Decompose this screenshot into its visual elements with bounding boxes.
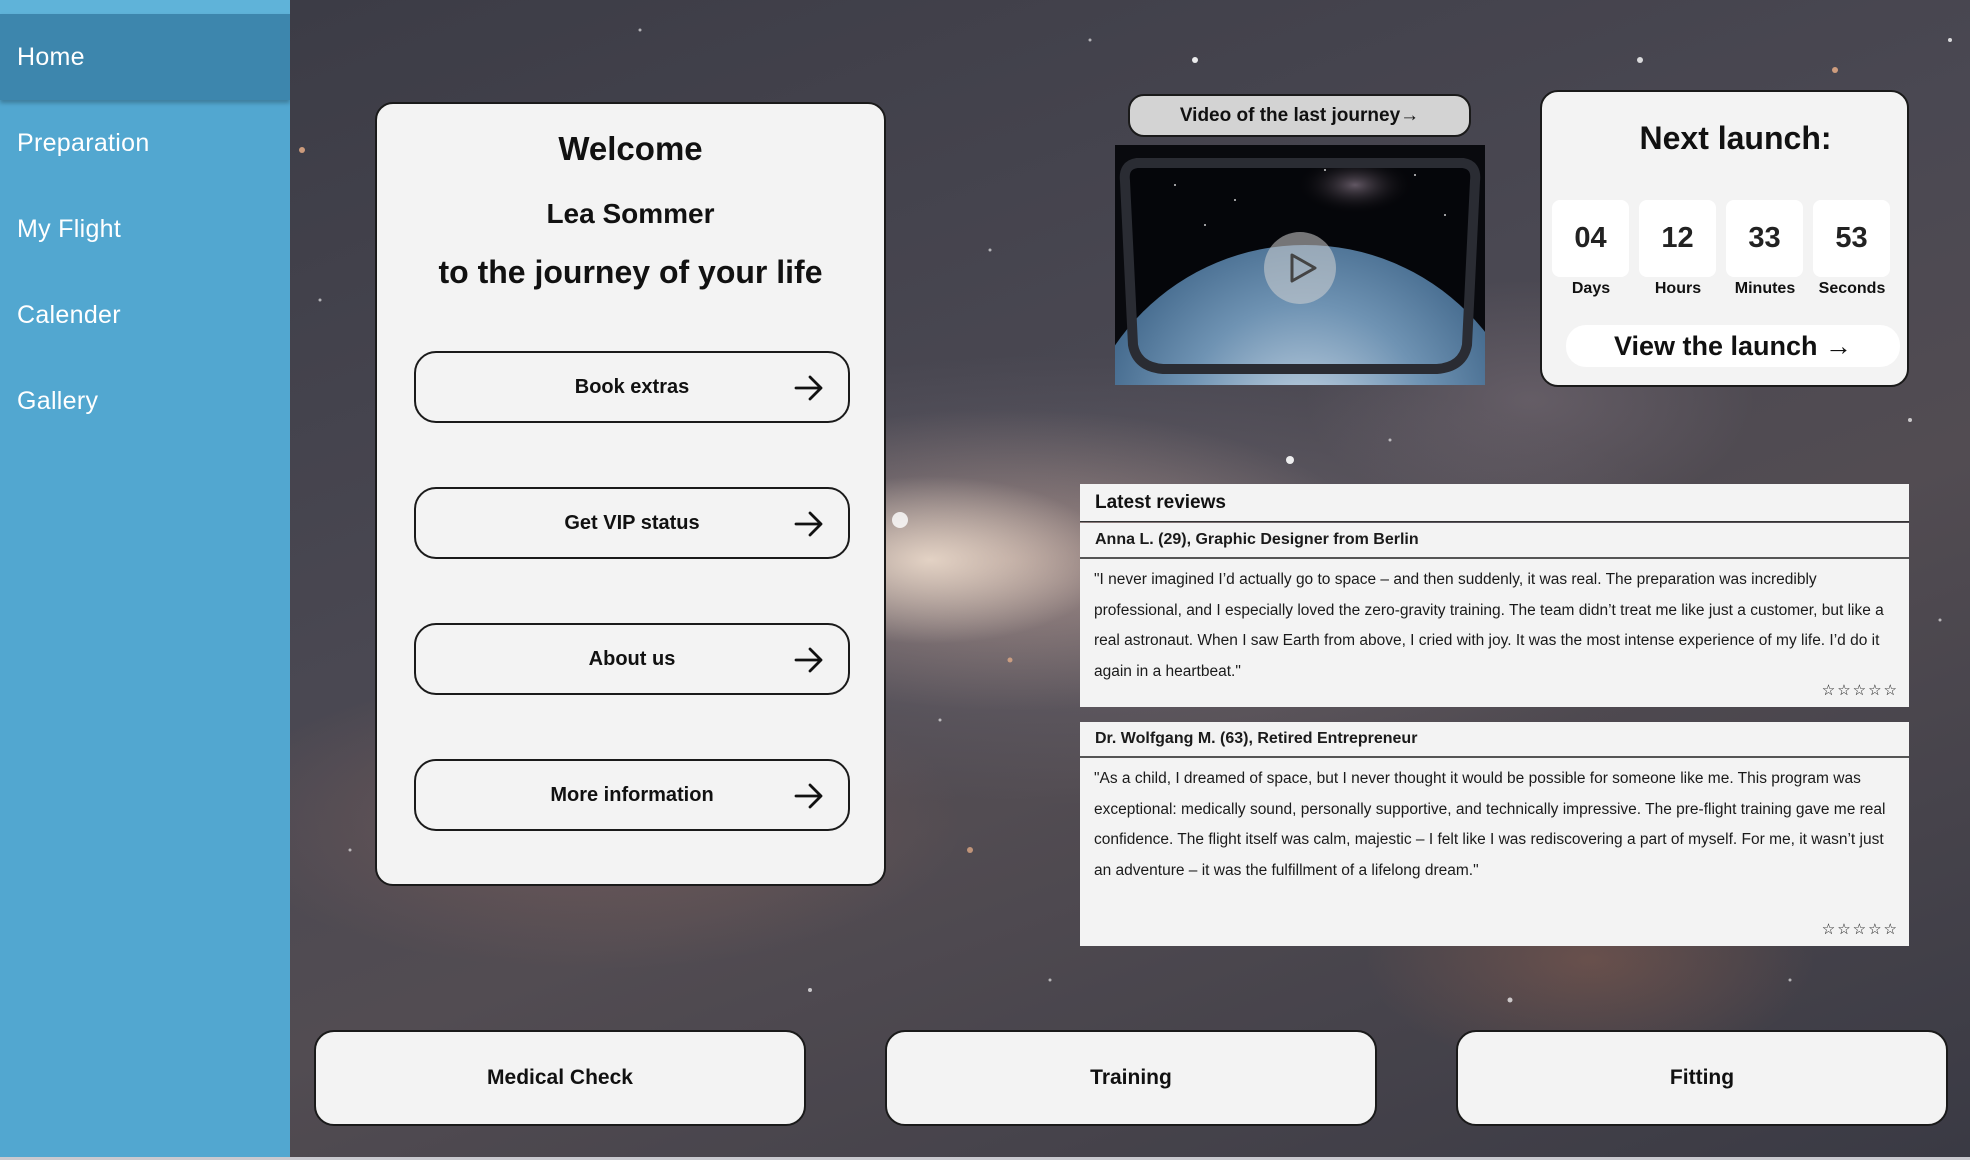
video-link-button[interactable]: Video of the last journey→ xyxy=(1128,94,1471,137)
review-author: Anna L. (29), Graphic Designer from Berl… xyxy=(1080,523,1909,559)
review-text: "I never imagined I’d actually go to spa… xyxy=(1094,571,1884,680)
reviews-heading-label: Latest reviews xyxy=(1095,491,1226,513)
hours-label: Hours xyxy=(1654,280,1702,297)
get-vip-status-button[interactable]: Get VIP status xyxy=(414,487,850,559)
button-label: Medical Check xyxy=(487,1066,633,1089)
arrow-right-icon xyxy=(794,375,823,401)
arrow-right-icon xyxy=(794,647,823,673)
sidebar-item-preparation[interactable]: Preparation xyxy=(0,100,290,186)
hours-value: 12 xyxy=(1639,200,1716,277)
review-author: Dr. Wolfgang M. (63), Retired Entreprene… xyxy=(1080,722,1909,758)
view-launch-button[interactable]: View the launch → xyxy=(1566,325,1900,367)
button-label: More information xyxy=(550,783,714,806)
app-window: Home Preparation My Flight Calender Gall… xyxy=(0,0,1970,1157)
play-icon[interactable] xyxy=(1263,231,1337,305)
sidebar-top-strip xyxy=(0,0,290,14)
review-text: "As a child, I dreamed of space, but I n… xyxy=(1094,770,1886,879)
medical-check-button[interactable]: Medical Check xyxy=(314,1030,806,1126)
button-label: Training xyxy=(1090,1066,1172,1089)
welcome-subtitle: to the journey of your life xyxy=(438,254,823,290)
button-label: Book extras xyxy=(574,375,690,398)
days-label: Days xyxy=(1571,280,1611,297)
star-rating[interactable]: ☆☆☆☆☆ xyxy=(1822,681,1899,699)
seconds-label: Seconds xyxy=(1818,280,1886,297)
review-card: Dr. Wolfgang M. (63), Retired Entreprene… xyxy=(1080,722,1909,946)
sidebar-item-label: Gallery xyxy=(17,386,99,415)
welcome-panel: Welcome Lea Sommer to the journey of you… xyxy=(375,102,886,886)
sidebar-item-label: Preparation xyxy=(17,128,150,157)
sidebar-item-calender[interactable]: Calender xyxy=(0,272,290,358)
video-player[interactable] xyxy=(1115,145,1485,385)
sidebar-item-label: Calender xyxy=(17,300,121,329)
star-rating[interactable]: ☆☆☆☆☆ xyxy=(1822,920,1899,938)
training-button[interactable]: Training xyxy=(885,1030,1377,1126)
welcome-title: Welcome xyxy=(558,130,703,167)
seconds-value: 53 xyxy=(1813,200,1890,277)
minutes-value: 33 xyxy=(1726,200,1803,277)
countdown-title: Next launch: xyxy=(1639,120,1832,156)
arrow-right-icon xyxy=(794,783,823,809)
reviews-heading: Latest reviews xyxy=(1080,484,1909,522)
days-value: 04 xyxy=(1552,200,1629,277)
minutes-label: Minutes xyxy=(1734,280,1796,297)
more-information-button[interactable]: More information xyxy=(414,759,850,831)
button-label: Get VIP status xyxy=(564,511,700,534)
countdown-panel: Next launch: 04 12 33 53 Days Hours Minu… xyxy=(1540,90,1909,387)
fitting-button[interactable]: Fitting xyxy=(1456,1030,1948,1126)
sidebar-item-home[interactable]: Home xyxy=(0,14,290,100)
sidebar-item-gallery[interactable]: Gallery xyxy=(0,358,290,444)
button-label: About us xyxy=(588,647,676,670)
review-card: Anna L. (29), Graphic Designer from Berl… xyxy=(1080,523,1909,707)
sidebar: Home Preparation My Flight Calender Gall… xyxy=(0,0,290,1157)
button-label: Fitting xyxy=(1669,1066,1735,1089)
book-extras-button[interactable]: Book extras xyxy=(414,351,850,423)
video-link-label: Video of the last journey→ xyxy=(1179,104,1420,126)
user-name: Lea Sommer xyxy=(546,198,715,229)
arrow-right-icon xyxy=(794,511,823,537)
about-us-button[interactable]: About us xyxy=(414,623,850,695)
sidebar-item-label: Home xyxy=(17,42,85,71)
sidebar-item-my-flight[interactable]: My Flight xyxy=(0,186,290,272)
sidebar-item-label: My Flight xyxy=(17,214,122,243)
